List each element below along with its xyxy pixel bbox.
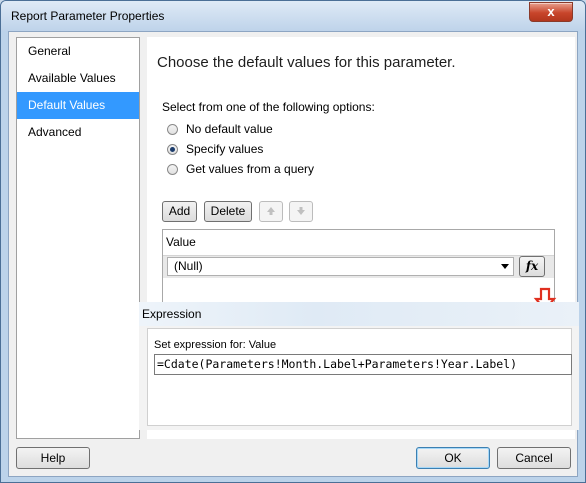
window-title: Report Parameter Properties — [11, 9, 165, 23]
move-up-button[interactable] — [259, 201, 283, 222]
expression-title: Expression — [142, 307, 202, 321]
option-no-default-label: No default value — [186, 122, 273, 136]
close-icon: x — [547, 4, 555, 19]
title-bar[interactable]: Report Parameter Properties x — [1, 1, 585, 31]
move-down-button[interactable] — [289, 201, 313, 222]
chevron-down-icon[interactable] — [501, 264, 509, 269]
add-button[interactable]: Add — [162, 201, 197, 222]
radio-specify-values[interactable] — [167, 143, 178, 155]
expression-button[interactable]: fx — [519, 256, 545, 277]
arrow-up-icon — [267, 207, 275, 215]
close-button[interactable]: x — [529, 2, 573, 22]
delete-button[interactable]: Delete — [204, 201, 252, 222]
nav-item-available-values[interactable]: Available Values — [17, 65, 139, 92]
option-specify-values-label: Specify values — [186, 142, 264, 156]
nav-item-advanced[interactable]: Advanced — [17, 119, 139, 146]
expression-body: Set expression for: Value =Cdate(Paramet… — [147, 328, 572, 426]
page-heading: Choose the default values for this param… — [157, 54, 456, 71]
expression-editor[interactable]: =Cdate(Parameters!Month.Label+Parameters… — [154, 354, 572, 375]
option-get-from-query-label: Get values from a query — [186, 162, 315, 176]
page-nav: General Available Values Default Values … — [16, 37, 140, 439]
expression-title-bar[interactable]: Expression — [139, 302, 579, 326]
cancel-button[interactable]: Cancel — [497, 447, 571, 469]
ok-button[interactable]: OK — [416, 447, 490, 469]
option-get-from-query[interactable]: Get values from a query — [167, 161, 314, 177]
nav-item-default-values[interactable]: Default Values — [17, 92, 139, 119]
report-parameter-properties-dialog: Report Parameter Properties x General Av… — [0, 0, 586, 483]
set-expression-label: Set expression for: Value — [154, 339, 277, 351]
value-combobox-text: (Null) — [174, 259, 203, 273]
radio-get-from-query[interactable] — [167, 163, 178, 175]
options-label: Select from one of the following options… — [162, 100, 375, 114]
option-specify-values[interactable]: Specify values — [167, 141, 263, 157]
arrow-down-icon — [297, 207, 305, 215]
value-column-header: Value — [163, 230, 554, 256]
help-button[interactable]: Help — [16, 447, 90, 469]
nav-item-general[interactable]: General — [17, 38, 139, 65]
radio-no-default[interactable] — [167, 123, 178, 135]
value-combobox[interactable]: (Null) — [167, 257, 514, 276]
expression-dialog: Expression Set expression for: Value =Cd… — [139, 302, 579, 430]
table-row: (Null) fx — [163, 256, 554, 278]
option-no-default[interactable]: No default value — [167, 121, 273, 137]
